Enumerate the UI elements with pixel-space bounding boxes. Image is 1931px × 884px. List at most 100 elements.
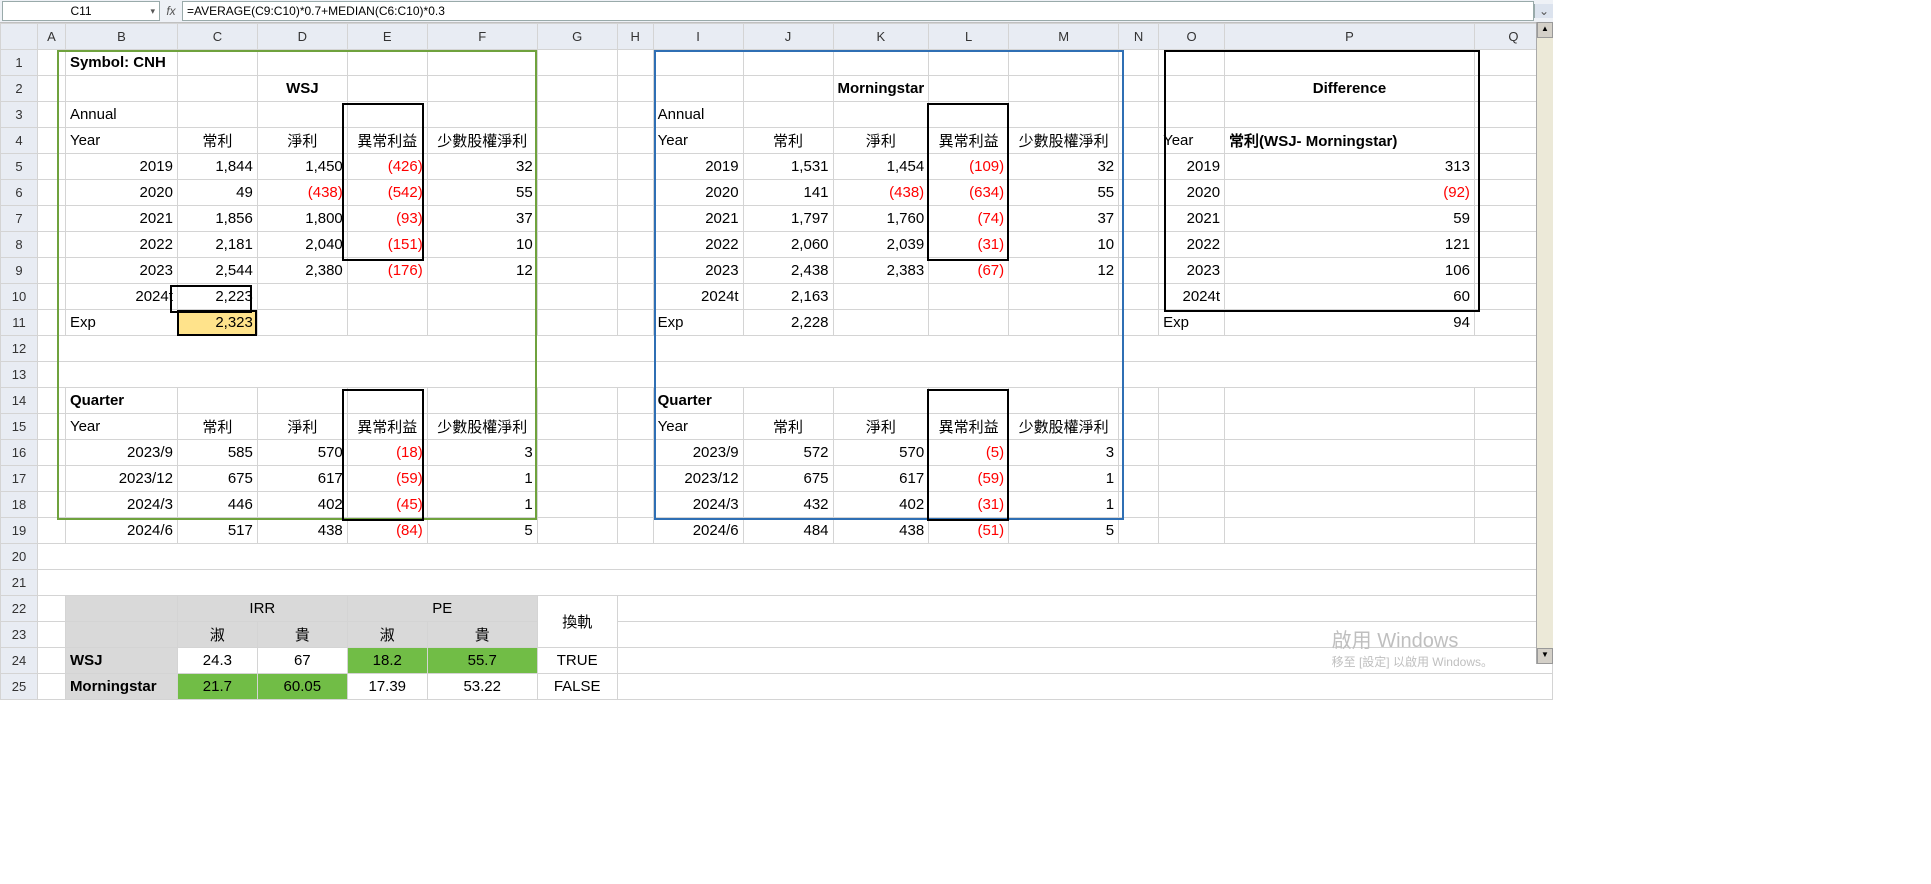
row-23[interactable]: 23 — [1, 622, 38, 648]
cell[interactable]: 24.3 — [177, 648, 257, 674]
vertical-scrollbar[interactable]: ▲ ▼ — [1536, 22, 1553, 664]
cell[interactable]: 2022 — [653, 232, 743, 258]
cell[interactable]: 402 — [833, 492, 929, 518]
col-F[interactable]: F — [427, 24, 537, 50]
cell[interactable]: 60 — [1225, 284, 1475, 310]
row-20[interactable]: 20 — [1, 544, 38, 570]
cell[interactable]: 2,039 — [833, 232, 929, 258]
cell[interactable]: 5 — [1009, 518, 1119, 544]
cell[interactable]: 37 — [1009, 206, 1119, 232]
cell[interactable]: 2019 — [653, 154, 743, 180]
cell[interactable]: 1,454 — [833, 154, 929, 180]
cell[interactable]: 2,383 — [833, 258, 929, 284]
cell[interactable]: 32 — [427, 154, 537, 180]
cell[interactable]: 1 — [427, 466, 537, 492]
cell[interactable]: 617 — [833, 466, 929, 492]
cell[interactable]: 1,531 — [743, 154, 833, 180]
col-P[interactable]: P — [1225, 24, 1475, 50]
cell[interactable]: (438) — [833, 180, 929, 206]
cell[interactable]: 59 — [1225, 206, 1475, 232]
cell[interactable]: 438 — [257, 518, 347, 544]
cell[interactable]: 570 — [833, 440, 929, 466]
cell[interactable]: (31) — [929, 232, 1009, 258]
cell[interactable]: 12 — [1009, 258, 1119, 284]
col-C[interactable]: C — [177, 24, 257, 50]
row-3[interactable]: 3 — [1, 102, 38, 128]
row-18[interactable]: 18 — [1, 492, 38, 518]
cell[interactable]: 432 — [743, 492, 833, 518]
col-D[interactable]: D — [257, 24, 347, 50]
col-H[interactable]: H — [617, 24, 653, 50]
cell[interactable]: 2,544 — [177, 258, 257, 284]
cell[interactable]: 446 — [177, 492, 257, 518]
cell[interactable]: 10 — [427, 232, 537, 258]
cell[interactable]: 2020 — [1159, 180, 1225, 206]
row-7[interactable]: 7 — [1, 206, 38, 232]
cell[interactable]: (51) — [929, 518, 1009, 544]
cell[interactable]: 1 — [1009, 466, 1119, 492]
cell[interactable]: 2024/3 — [653, 492, 743, 518]
cell[interactable]: 2023 — [1159, 258, 1225, 284]
cell[interactable]: 2022 — [1159, 232, 1225, 258]
cell-C11[interactable]: 2,323 — [177, 310, 257, 336]
cell[interactable]: 3 — [427, 440, 537, 466]
cell[interactable]: (59) — [347, 466, 427, 492]
cell[interactable]: 1,844 — [177, 154, 257, 180]
cell[interactable]: 617 — [257, 466, 347, 492]
cell[interactable]: 2024t — [65, 284, 177, 310]
row-24[interactable]: 24 — [1, 648, 38, 674]
col-E[interactable]: E — [347, 24, 427, 50]
cell[interactable]: (634) — [929, 180, 1009, 206]
cell[interactable]: (5) — [929, 440, 1009, 466]
col-N[interactable]: N — [1119, 24, 1159, 50]
cell[interactable]: 438 — [833, 518, 929, 544]
cell[interactable]: 1,760 — [833, 206, 929, 232]
cell[interactable]: (92) — [1225, 180, 1475, 206]
cell[interactable]: 1,800 — [257, 206, 347, 232]
row-19[interactable]: 19 — [1, 518, 38, 544]
cell[interactable]: 2020 — [653, 180, 743, 206]
cell[interactable]: 67 — [257, 648, 347, 674]
cell[interactable]: 37 — [427, 206, 537, 232]
row-17[interactable]: 17 — [1, 466, 38, 492]
col-I[interactable]: I — [653, 24, 743, 50]
cell[interactable]: (67) — [929, 258, 1009, 284]
cell[interactable]: 2,181 — [177, 232, 257, 258]
cell[interactable]: 53.22 — [427, 674, 537, 700]
cell[interactable]: (542) — [347, 180, 427, 206]
col-K[interactable]: K — [833, 24, 929, 50]
cell[interactable]: 55 — [427, 180, 537, 206]
spreadsheet-grid[interactable]: A B C D E F G H I J K L M N O P Q — [0, 23, 1553, 700]
cell[interactable]: 2020 — [65, 180, 177, 206]
cell[interactable]: 1,450 — [257, 154, 347, 180]
cell[interactable]: 49 — [177, 180, 257, 206]
row-10[interactable]: 10 — [1, 284, 38, 310]
cell[interactable]: 2023/12 — [65, 466, 177, 492]
cell[interactable]: (93) — [347, 206, 427, 232]
cell[interactable]: TRUE — [537, 648, 617, 674]
col-B[interactable]: B — [65, 24, 177, 50]
cell[interactable]: 2023/9 — [653, 440, 743, 466]
cell[interactable]: 2019 — [1159, 154, 1225, 180]
cell[interactable]: 2023/9 — [65, 440, 177, 466]
row-4[interactable]: 4 — [1, 128, 38, 154]
cell[interactable]: 1 — [1009, 492, 1119, 518]
cell[interactable]: 1 — [427, 492, 537, 518]
cell[interactable]: 141 — [743, 180, 833, 206]
cell[interactable]: (84) — [347, 518, 427, 544]
col-L[interactable]: L — [929, 24, 1009, 50]
cell[interactable]: 3 — [1009, 440, 1119, 466]
cell[interactable]: 2024t — [1159, 284, 1225, 310]
cell[interactable]: 2019 — [65, 154, 177, 180]
col-J[interactable]: J — [743, 24, 833, 50]
scroll-down-icon[interactable]: ▼ — [1537, 648, 1553, 664]
cell[interactable]: 55 — [1009, 180, 1119, 206]
cell[interactable]: 402 — [257, 492, 347, 518]
cell[interactable]: 484 — [743, 518, 833, 544]
row-12[interactable]: 12 — [1, 336, 38, 362]
cell[interactable]: 121 — [1225, 232, 1475, 258]
cell[interactable]: (151) — [347, 232, 427, 258]
col-G[interactable]: G — [537, 24, 617, 50]
cell[interactable]: 2024t — [653, 284, 743, 310]
cell[interactable]: FALSE — [537, 674, 617, 700]
